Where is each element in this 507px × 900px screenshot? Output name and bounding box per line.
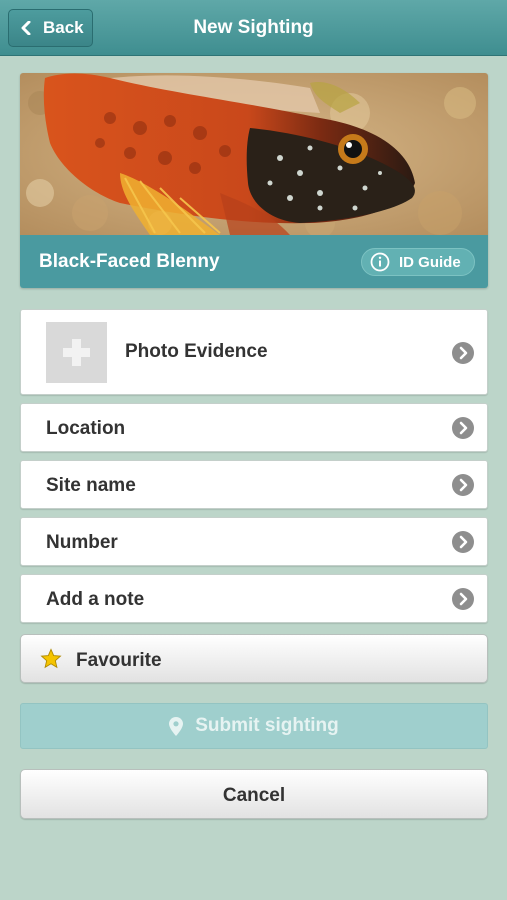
submit-sighting-button[interactable]: Submit sighting [20, 703, 488, 749]
info-icon [370, 252, 390, 272]
species-photo [20, 73, 488, 235]
chevron-right-icon [452, 474, 474, 496]
location-label: Location [46, 418, 126, 439]
photo-evidence-row[interactable]: Photo Evidence [20, 309, 488, 395]
chevron-right-icon [452, 342, 474, 364]
photo-evidence-label: Photo Evidence [125, 341, 268, 362]
species-name: Black-Faced Blenny [39, 251, 220, 272]
photo-placeholder[interactable] [46, 322, 107, 383]
chevron-right-icon [452, 588, 474, 610]
cancel-button[interactable]: Cancel [20, 769, 488, 819]
star-icon [40, 648, 62, 669]
number-label: Number [46, 532, 118, 553]
species-bar: Black-Faced Blenny ID Guide [20, 235, 488, 288]
cancel-label: Cancel [222, 785, 286, 806]
site-name-label: Site name [46, 475, 136, 496]
chevron-right-icon [452, 417, 474, 439]
id-guide-button[interactable]: ID Guide [361, 248, 475, 276]
note-row[interactable]: Add a note [20, 574, 488, 623]
plus-icon [63, 339, 90, 366]
species-card: Black-Faced Blenny ID Guide [20, 73, 488, 288]
id-guide-label: ID Guide [399, 253, 461, 271]
chevron-right-icon [452, 531, 474, 553]
note-label: Add a note [46, 589, 145, 610]
submit-label: Submit sighting [195, 715, 339, 736]
favourite-label: Favourite [76, 650, 162, 671]
nav-bar: Back New Sighting [0, 0, 507, 56]
page-title: New Sighting [193, 17, 314, 38]
location-row[interactable]: Location [20, 403, 488, 452]
map-pin-icon [169, 716, 184, 736]
number-row[interactable]: Number [20, 517, 488, 566]
favourite-button[interactable]: Favourite [20, 634, 488, 683]
site-name-row[interactable]: Site name [20, 460, 488, 509]
